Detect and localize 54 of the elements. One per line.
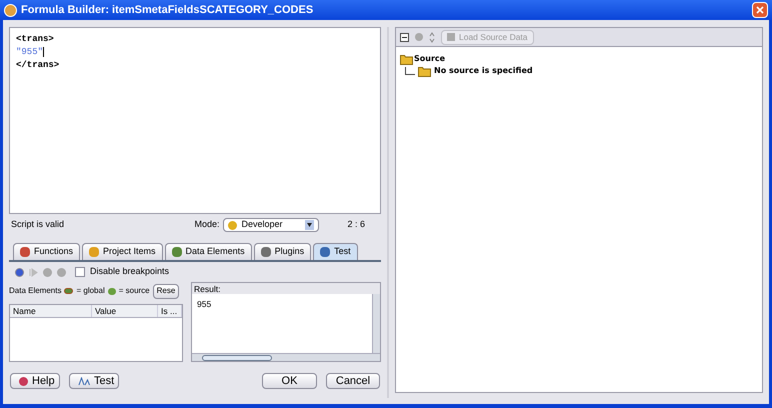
folder-icon [400, 54, 413, 64]
help-icon [19, 376, 28, 386]
help-button[interactable]: Help [10, 373, 60, 389]
result-output: 955 [192, 294, 372, 353]
tab[interactable]: Project Items [82, 243, 163, 260]
user-icon [228, 220, 238, 230]
code-line: <trans> [16, 33, 54, 46]
dropdown-arrow-icon [305, 220, 314, 230]
tab-icon [20, 247, 30, 257]
global-icon [64, 288, 74, 294]
close-button[interactable] [752, 2, 768, 18]
tab-icon [260, 247, 271, 257]
cancel-button[interactable]: Cancel [326, 373, 380, 389]
tab[interactable]: Test [313, 243, 358, 260]
close-icon [756, 6, 764, 14]
source-legend: = source [118, 285, 150, 297]
status-message: Script is valid [11, 218, 64, 232]
data-elements-label: Data Elements [9, 285, 62, 297]
cursor-position: 2 : 6 [347, 218, 365, 232]
mode-dropdown[interactable]: Developer [223, 218, 320, 232]
tab-icon [172, 247, 182, 257]
code-line: "955" [16, 46, 44, 59]
code-editor[interactable]: <trans> "955" </trans> [9, 27, 381, 214]
ok-button[interactable]: OK [262, 373, 317, 389]
global-legend: = global [76, 285, 105, 297]
tab[interactable]: Functions [13, 243, 80, 260]
checkbox-label: Disable breakpoints [90, 265, 170, 278]
tab[interactable]: Data Elements [164, 243, 252, 260]
test-icon [78, 376, 90, 386]
collapse-icon[interactable] [400, 32, 409, 42]
breakpoints-checkbox[interactable] [75, 267, 85, 277]
vertical-scrollbar[interactable] [372, 294, 380, 353]
tree-node[interactable]: No source is specified [434, 65, 533, 77]
run-icon[interactable] [15, 268, 24, 276]
window-title: Formula Builder: itemSmetaFieldsSCATEGORY_CODES [21, 2, 314, 18]
mode-label: Mode: [194, 218, 220, 232]
code-line: </trans> [16, 59, 60, 72]
column-header[interactable]: Is ... [158, 305, 182, 317]
column-header[interactable]: Name [10, 305, 92, 317]
app-icon [4, 4, 17, 16]
source-icon [108, 288, 116, 294]
tree-line [405, 66, 415, 76]
tab-icon [320, 247, 330, 257]
expand-icon[interactable] [429, 32, 435, 42]
column-header[interactable]: Value [92, 305, 158, 317]
folder-icon [418, 66, 431, 76]
result-label: Result: [193, 283, 222, 294]
horizontal-scrollbar[interactable] [192, 353, 380, 361]
reset-button[interactable]: Rese [152, 284, 180, 298]
tree-node[interactable]: Source [414, 53, 446, 65]
tab-icon [89, 247, 100, 257]
tab[interactable]: Plugins [254, 243, 312, 260]
test-button[interactable]: Test [69, 373, 119, 389]
step-icon[interactable] [29, 268, 38, 276]
